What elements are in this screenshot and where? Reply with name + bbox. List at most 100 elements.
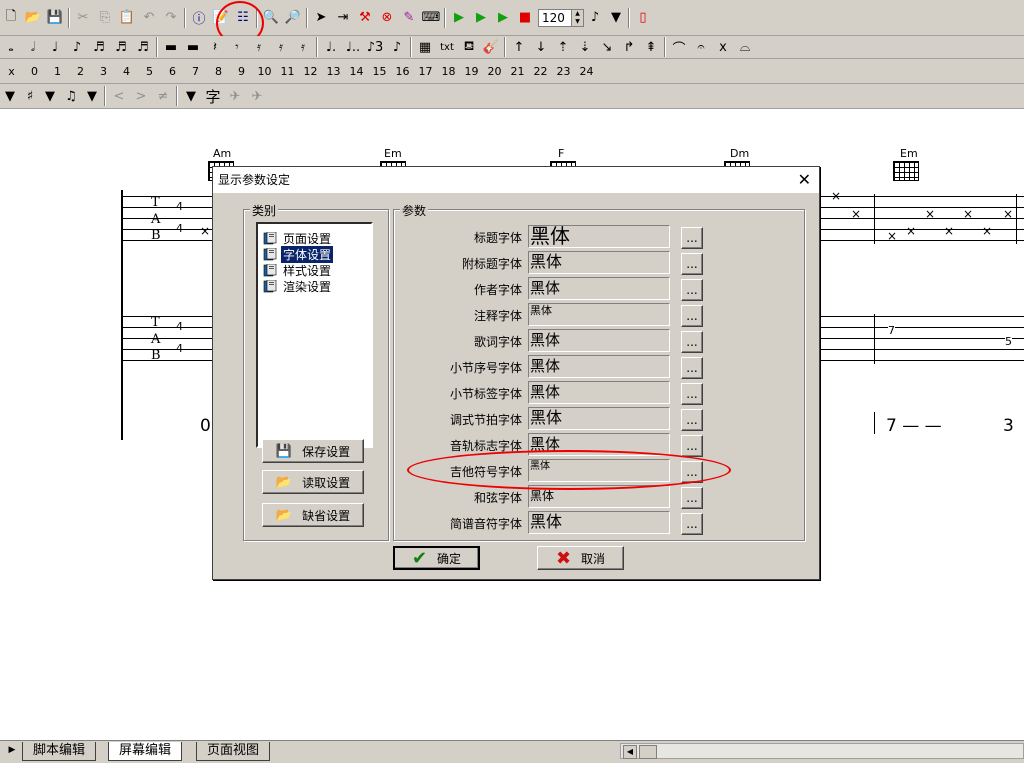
browse-font-button[interactable]: ... [681,357,703,379]
sixteenth-note-icon[interactable]: ♬ [88,36,110,58]
fret-number-button[interactable]: 23 [552,65,575,78]
sixteenth-rest-icon[interactable]: 𝄿 [248,36,270,58]
fret-number-button[interactable]: 8 [207,65,230,78]
double-dotted-icon[interactable]: ♩.. [342,36,364,58]
tree-item[interactable]: 页面设置 [263,230,333,246]
triplet-icon[interactable]: ♪3 [364,36,386,58]
tree-item[interactable]: 字体设置 [263,245,334,263]
redo-icon[interactable]: ↷ [160,7,182,29]
decrescendo-icon[interactable]: > [130,85,152,107]
dropdown-arrow-icon[interactable]: ▼ [0,85,20,107]
browse-font-button[interactable]: ... [681,253,703,275]
copy-icon[interactable]: ⎘ [94,7,116,29]
zoom-in-icon[interactable]: 🔍 [260,7,282,29]
tree-item[interactable]: 样式设置 [263,262,333,278]
thirty-second-note-icon[interactable]: ♬ [110,36,132,58]
bend-icon[interactable]: ↱ [618,36,640,58]
paste-icon[interactable]: 📋 [116,7,138,29]
pin-icon[interactable]: ✈ [224,85,246,107]
display-settings-icon[interactable]: ☷ [232,7,254,29]
stop-icon[interactable]: ■ [514,7,536,29]
fret-number-button[interactable]: 16 [391,65,414,78]
fret-number-button[interactable]: 19 [460,65,483,78]
fret-number-button[interactable]: 4 [115,65,138,78]
not-equal-icon[interactable]: ≠ [152,85,174,107]
browse-font-button[interactable]: ... [681,279,703,301]
fret-number-button[interactable]: 10 [253,65,276,78]
metronome-icon[interactable]: ▯ [632,7,654,29]
browse-font-button[interactable]: ... [681,461,703,483]
fret-number-button[interactable]: 7 [184,65,207,78]
browse-font-button[interactable]: ... [681,383,703,405]
fret-number-button[interactable]: 5 [138,65,161,78]
grace-note-icon[interactable]: ♪ [386,36,408,58]
fret-number-button[interactable]: 0 [23,65,46,78]
undo-icon[interactable]: ↶ [138,7,160,29]
fret-number-button[interactable]: 11 [276,65,299,78]
info-icon[interactable]: ⓘ [188,7,210,29]
fret-number-button[interactable]: 3 [92,65,115,78]
arpeggio-down-icon[interactable]: ⇣ [574,36,596,58]
beam-icon[interactable]: ♫ [60,85,82,107]
crescendo-icon[interactable]: < [108,85,130,107]
fret-number-button[interactable]: 21 [506,65,529,78]
slide-icon[interactable]: ↘ [596,36,618,58]
tree-item[interactable]: 渲染设置 [263,278,333,294]
fret-number-button[interactable]: 6 [161,65,184,78]
fret-number-button[interactable]: 2 [69,65,92,78]
scroll-left-icon[interactable]: ◀ [623,745,637,759]
guitar-icon[interactable]: 🎸 [480,36,502,58]
browse-font-button[interactable]: ... [681,487,703,509]
close-icon[interactable]: ✕ [798,170,811,189]
zoom-out-icon[interactable]: 🔎 [282,7,304,29]
whole-note-icon[interactable]: 𝅝 [0,36,22,58]
cancel-button[interactable]: ✖ 取消 [537,546,624,570]
palette-icon[interactable]: ✎ [398,7,420,29]
fret-number-button[interactable]: 24 [575,65,598,78]
keyboard-icon[interactable]: ⌨ [420,7,442,29]
fret-number-button[interactable]: 20 [483,65,506,78]
browse-font-button[interactable]: ... [681,513,703,535]
whole-rest-icon[interactable]: ▬ [160,36,182,58]
tab-script-edit[interactable]: 脚本编辑 [22,742,97,761]
play-from-icon[interactable]: ▶ [470,7,492,29]
fret-number-button[interactable]: 14 [345,65,368,78]
fret-number-button[interactable]: 22 [529,65,552,78]
hammer-icon[interactable]: ⚒ [354,7,376,29]
fret-number-button[interactable]: 18 [437,65,460,78]
fret-number-button[interactable]: 9 [230,65,253,78]
properties-icon[interactable]: 📝 [210,7,232,29]
arpeggio-up-icon[interactable]: ⇡ [552,36,574,58]
horizontal-scrollbar[interactable]: ◀ [620,743,1024,759]
load-settings-button[interactable]: 📂 读取设置 [262,470,364,494]
quarter-note-icon[interactable]: ♩ [44,36,66,58]
play-icon[interactable]: ▶ [448,7,470,29]
default-settings-button[interactable]: 📂 缺省设置 [262,503,364,527]
staccato-icon[interactable]: ⌓ [734,36,756,58]
note-value-icon[interactable]: ♪ [584,7,606,29]
eighth-note-icon[interactable]: ♪ [66,36,88,58]
fret-number-button[interactable]: 15 [368,65,391,78]
accent-icon[interactable]: ⅹ [712,36,734,58]
scroll-thumb[interactable] [639,745,657,759]
browse-font-button[interactable]: ... [681,331,703,353]
vibrato-icon[interactable]: ⇞ [640,36,662,58]
half-note-icon[interactable]: 𝅗𝅥 [22,36,44,58]
tab-page-view[interactable]: 页面视图 [196,742,271,761]
quarter-rest-icon[interactable]: 𝄽 [204,36,226,58]
delete-icon[interactable]: ⊗ [376,7,398,29]
upstroke-icon[interactable]: ↑ [508,36,530,58]
eighth-rest-icon[interactable]: 𝄾 [226,36,248,58]
pin-alt-icon[interactable]: ✈ [246,85,268,107]
dropdown-arrow-icon[interactable]: ▼ [40,85,60,107]
save-disk-icon[interactable]: 💾 [44,7,66,29]
fret-number-button[interactable]: 1 [46,65,69,78]
fret-muted-button[interactable]: x [0,65,23,78]
sixty-fourth-rest-icon[interactable]: 𝄿 [292,36,314,58]
tempo-spinner[interactable]: ▲ ▼ [572,8,584,27]
tab-screen-edit[interactable]: 屏幕编辑 [108,742,183,761]
downstroke-icon[interactable]: ↓ [530,36,552,58]
sixty-fourth-note-icon[interactable]: ♬ [132,36,154,58]
fret-number-button[interactable]: 12 [299,65,322,78]
new-file-icon[interactable]: 🗋 [0,7,22,29]
